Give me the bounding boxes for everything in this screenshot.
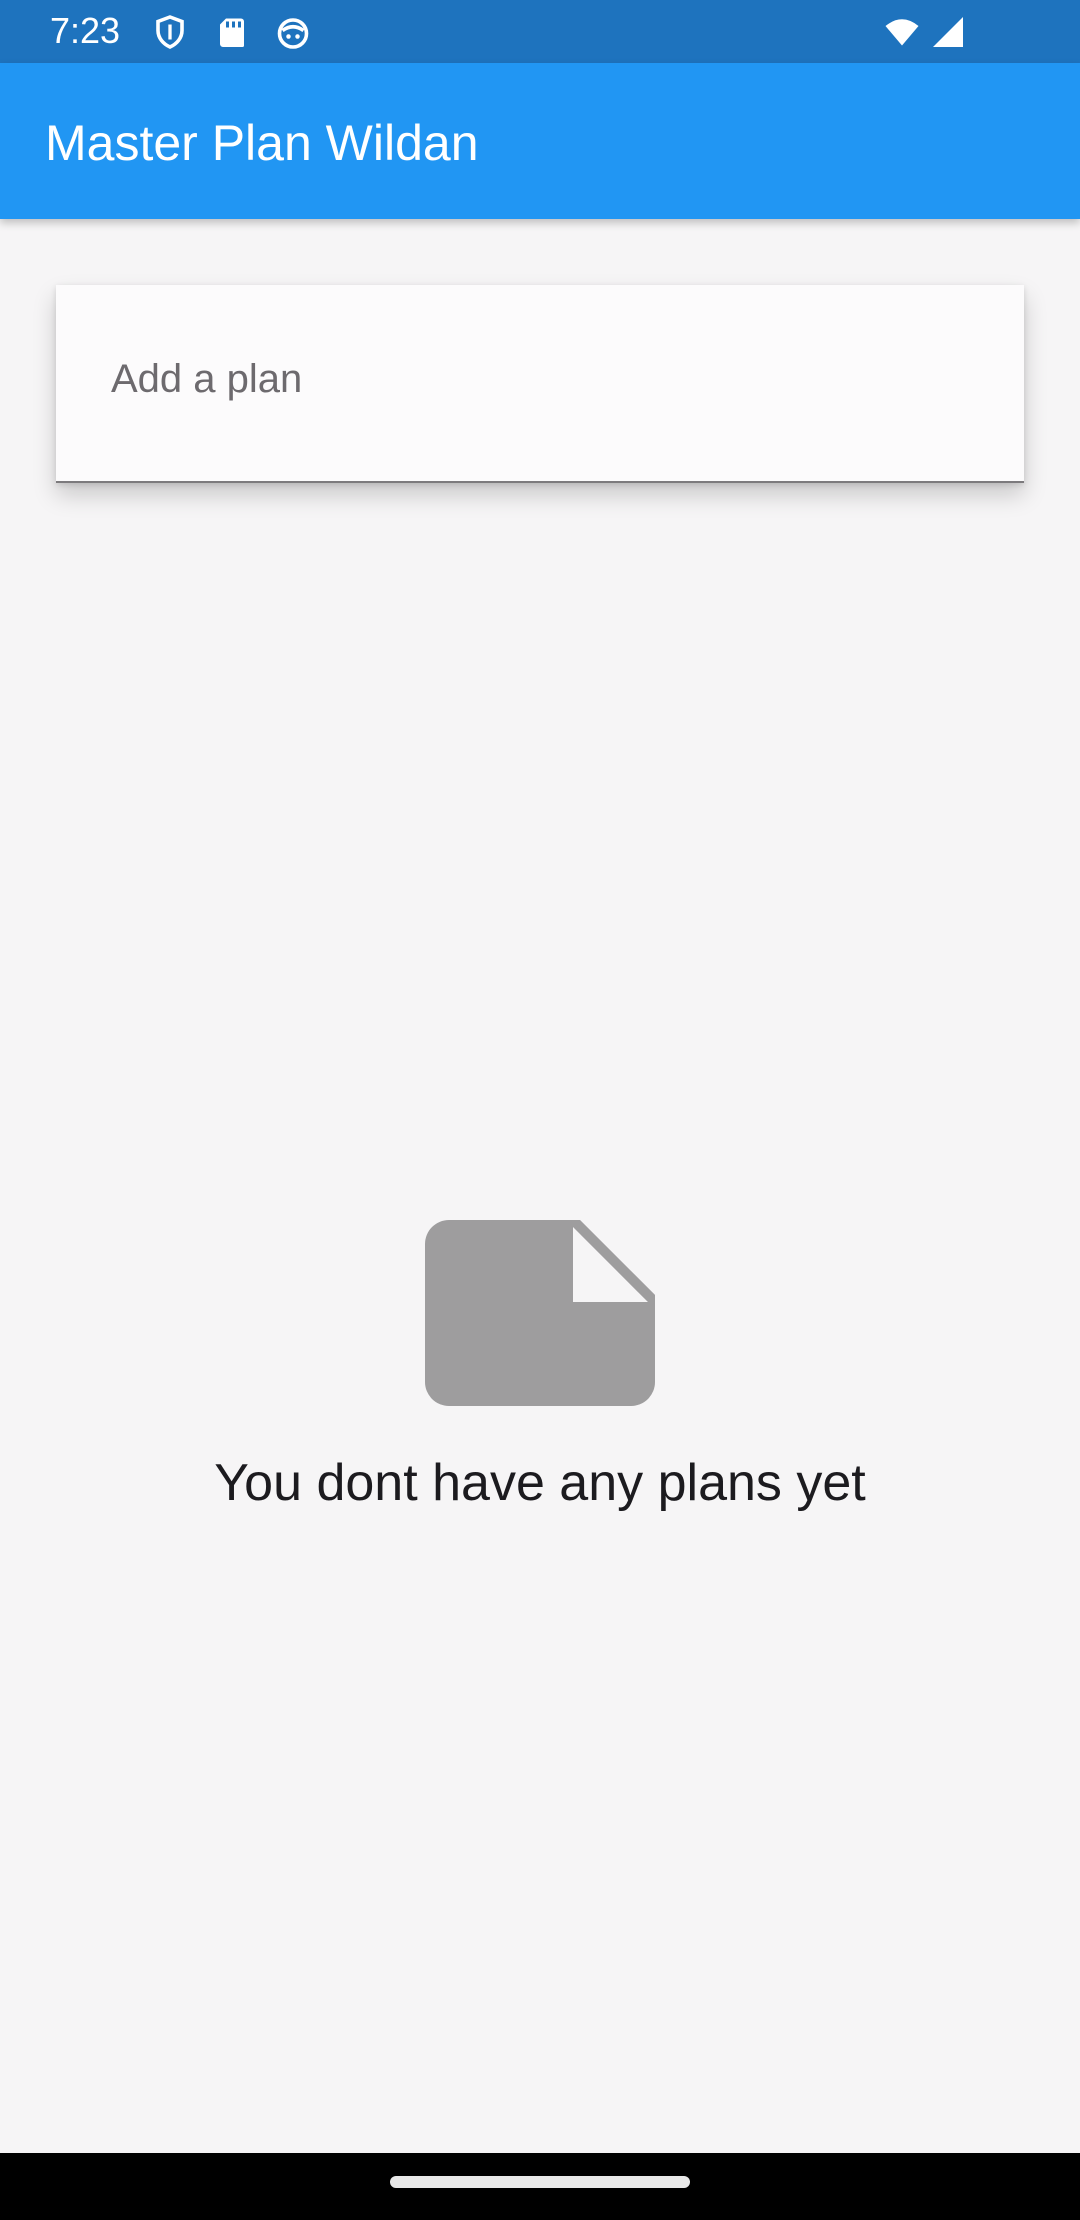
app-screen: 7:23 Master Plan Wildan You dont have an… [0, 0, 1080, 2220]
signal-icon [930, 14, 966, 50]
page-title: Master Plan Wildan [45, 115, 479, 171]
add-plan-card [56, 285, 1024, 483]
shield-icon [152, 14, 188, 50]
notification-app-icon [275, 14, 311, 50]
app-bar: Master Plan Wildan [0, 63, 1080, 219]
sd-card-icon [214, 14, 250, 50]
wifi-icon [880, 14, 924, 50]
document-icon [425, 1220, 655, 1406]
status-time: 7:23 [50, 10, 121, 51]
navigation-bar [0, 2153, 1080, 2220]
input-underline [56, 481, 1024, 483]
status-bar: 7:23 [0, 0, 1080, 63]
home-gesture-handle[interactable] [390, 2176, 690, 2188]
add-plan-input[interactable] [56, 285, 1024, 481]
empty-state-message: You dont have any plans yet [214, 1454, 866, 1512]
